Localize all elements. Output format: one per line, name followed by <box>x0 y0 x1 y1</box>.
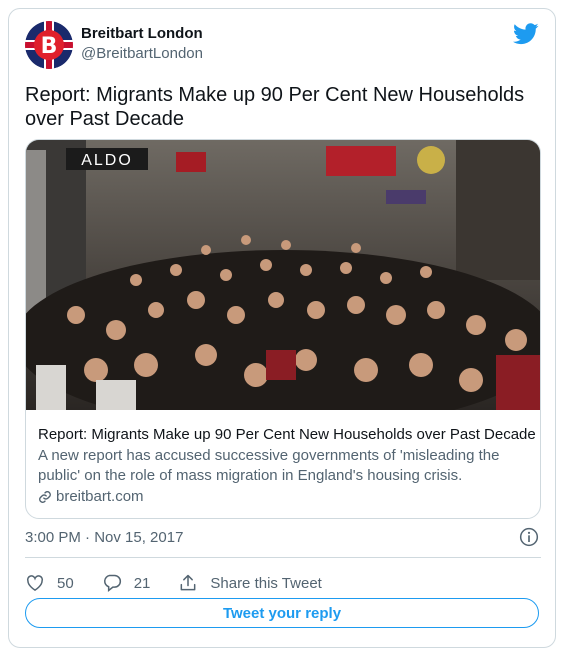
link-preview-card[interactable]: ALDO Report: Migrants Make up 90 Per Cen… <box>25 139 541 519</box>
link-card-domain: breitbart.com <box>38 488 144 505</box>
like-count: 50 <box>57 574 74 592</box>
link-card-title: Report: Migrants Make up 90 Per Cent New… <box>38 426 536 443</box>
tweet-timestamp[interactable]: 3:00 PM · Nov 15, 2017 <box>25 529 183 546</box>
author-handle[interactable]: @BreitbartLondon <box>81 45 203 62</box>
link-icon <box>39 490 51 503</box>
reply-icon <box>103 574 121 593</box>
tweet-your-reply-button[interactable]: Tweet your reply <box>25 598 539 628</box>
share-icon <box>180 574 196 591</box>
link-card-description: A new report has accused successive gove… <box>38 447 500 484</box>
avatar-letter: B <box>41 34 58 59</box>
share-label: Share this Tweet <box>210 574 322 592</box>
store-sign: ALDO <box>81 152 133 169</box>
twitter-bird-icon[interactable] <box>513 23 539 45</box>
info-icon[interactable] <box>519 527 539 547</box>
tweet-actions: 50 21 Share this Tweet <box>25 569 350 597</box>
share-action[interactable]: Share this Tweet <box>178 573 322 593</box>
link-card-domain-text: breitbart.com <box>56 488 144 505</box>
heart-icon <box>26 575 44 591</box>
divider <box>25 557 541 558</box>
tweet-text: Report: Migrants Make up 90 Per Cent New… <box>25 84 525 130</box>
like-action[interactable]: 50 <box>25 573 74 593</box>
reply-count: 21 <box>133 574 151 592</box>
reply-action[interactable]: 21 <box>102 573 151 593</box>
author-name[interactable]: Breitbart London <box>81 25 203 42</box>
tweet-card: B Breitbart London @BreitbartLondon Repo… <box>8 8 556 648</box>
avatar[interactable]: B <box>25 21 73 69</box>
crowd-photo: ALDO <box>26 140 540 410</box>
